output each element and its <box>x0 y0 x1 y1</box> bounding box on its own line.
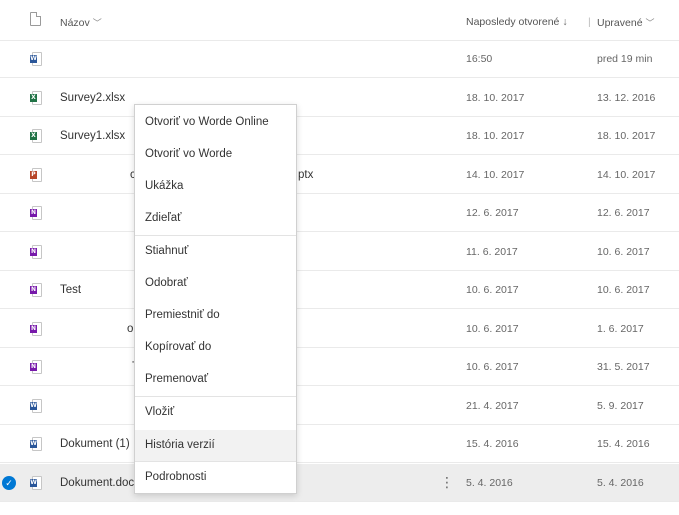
modified-date: 5. 4. 2016 <box>597 476 644 489</box>
file-name[interactable]: Dokument.docx <box>60 477 140 489</box>
file-row[interactable]: N 10. 6. 2017 1. 6. 2017 o <box>0 310 679 348</box>
column-divider: | <box>588 16 591 28</box>
menu-item-embed[interactable]: Vložiť <box>135 397 296 428</box>
file-name[interactable]: Test <box>60 284 81 296</box>
last-opened-date: 10. 6. 2017 <box>466 284 519 296</box>
file-row[interactable]: ✓ W Dokument.docx ⋮ 5. 4. 2016 5. 4. 2016 <box>0 463 679 502</box>
last-opened-date: 10. 6. 2017 <box>466 322 519 335</box>
last-opened-date: 12. 6. 2017 <box>466 207 519 219</box>
menu-item-open-word-online[interactable]: Otvoriť vo Worde Online <box>135 107 296 138</box>
file-name[interactable]: Survey2.xlsx <box>60 92 125 104</box>
onenote-file-icon: N <box>30 244 42 259</box>
file-row[interactable]: N 11. 6. 2017 10. 6. 2017 <box>0 233 679 271</box>
onenote-file-icon: N <box>30 321 42 336</box>
list-header: Názov ﹀ Naposledy otvorené ↓ | Upravené ﹀ <box>0 0 679 41</box>
last-opened-date: 18. 10. 2017 <box>466 91 525 104</box>
file-name[interactable]: Survey1.xlsx <box>60 130 125 142</box>
last-opened-date: 5. 4. 2016 <box>466 476 513 489</box>
menu-item-open-word[interactable]: Otvoriť vo Worde <box>135 139 296 170</box>
file-row[interactable]: N Test 10. 6. 2017 10. 6. 2017 <box>0 271 679 309</box>
last-opened-date: 21. 4. 2017 <box>466 399 519 412</box>
menu-item-details[interactable]: Podrobnosti <box>135 462 296 493</box>
modified-date: 13. 12. 2016 <box>597 91 656 104</box>
file-row[interactable]: W 16:50 pred 19 min <box>0 40 679 78</box>
excel-file-icon: X <box>30 90 42 105</box>
menu-item-share[interactable]: Zdieľať <box>135 203 296 234</box>
powerpoint-file-icon: P <box>30 167 42 182</box>
last-opened-date: 14. 10. 2017 <box>466 168 525 181</box>
menu-item-version-history[interactable]: História verzií <box>135 430 296 461</box>
word-file-icon: W <box>30 437 42 451</box>
file-row[interactable]: X Survey1.xlsx 18. 10. 2017 18. 10. 2017 <box>0 117 679 155</box>
modified-date: 10. 6. 2017 <box>597 284 650 296</box>
file-row[interactable]: W Dokument (1) 15. 4. 2016 15. 4. 2016 <box>0 425 679 463</box>
word-file-icon: W <box>30 398 42 413</box>
selected-check-icon[interactable]: ✓ <box>2 475 16 490</box>
chevron-down-icon: ﹀ <box>645 18 655 28</box>
modified-date: 1. 6. 2017 <box>597 322 644 335</box>
last-opened-date: 15. 4. 2016 <box>466 438 519 450</box>
onenote-file-icon: N <box>30 283 42 297</box>
file-row[interactable]: W 21. 4. 2017 5. 9. 2017 <box>0 387 679 425</box>
modified-date: 12. 6. 2017 <box>597 207 650 219</box>
last-opened-date: 10. 6. 2017 <box>466 361 519 373</box>
modified-date: 14. 10. 2017 <box>597 168 656 181</box>
modified-date: 15. 4. 2016 <box>597 438 650 450</box>
file-type-header-icon[interactable] <box>30 12 41 26</box>
word-file-icon: W <box>30 52 42 66</box>
modified-date: 31. 5. 2017 <box>597 361 650 373</box>
last-opened-date: 16:50 <box>466 53 493 65</box>
word-file-icon: W <box>30 475 42 490</box>
column-header-last-opened[interactable]: Naposledy otvorené ↓ <box>466 16 568 28</box>
onenote-file-icon: N <box>30 360 42 374</box>
file-name-fragment: ptx <box>298 168 314 181</box>
last-opened-date: 18. 10. 2017 <box>466 130 525 142</box>
modified-date: 18. 10. 2017 <box>597 130 656 142</box>
last-opened-date: 11. 6. 2017 <box>466 245 518 258</box>
sort-descending-icon: ↓ <box>562 16 568 28</box>
menu-item-download[interactable]: Stiahnuť <box>135 236 296 267</box>
file-row[interactable]: X Survey2.xlsx 18. 10. 2017 13. 12. 2016 <box>0 79 679 117</box>
modified-date: pred 19 min <box>597 53 653 65</box>
chevron-down-icon: ﹀ <box>92 18 102 28</box>
file-row[interactable]: N 12. 6. 2017 12. 6. 2017 <box>0 194 679 232</box>
onenote-file-icon: N <box>30 206 42 220</box>
file-name[interactable]: Dokument (1) <box>60 438 130 450</box>
more-options-icon[interactable]: ⋮ <box>440 474 454 491</box>
menu-item-move-to[interactable]: Premiestniť do <box>135 300 296 331</box>
file-row[interactable]: P 14. 10. 2017 14. 10. 2017 c ptx <box>0 156 679 194</box>
context-menu: Otvoriť vo Worde Online Otvoriť vo Worde… <box>134 104 297 494</box>
menu-item-copy-to[interactable]: Kopírovať do <box>135 332 296 363</box>
file-row[interactable]: N10. 6. 201731. 5. 2017T <box>0 348 679 386</box>
column-header-modified[interactable]: Upravené ﹀ <box>597 16 655 29</box>
menu-item-rename[interactable]: Premenovať <box>135 364 296 395</box>
file-name-fragment: o <box>127 322 134 335</box>
modified-date: 5. 9. 2017 <box>597 399 644 412</box>
excel-file-icon: X <box>30 129 42 143</box>
modified-date: 10. 6. 2017 <box>597 245 650 258</box>
menu-item-remove[interactable]: Odobrať <box>135 268 296 299</box>
column-header-name[interactable]: Názov ﹀ <box>60 16 102 29</box>
menu-item-preview[interactable]: Ukážka <box>135 171 296 202</box>
